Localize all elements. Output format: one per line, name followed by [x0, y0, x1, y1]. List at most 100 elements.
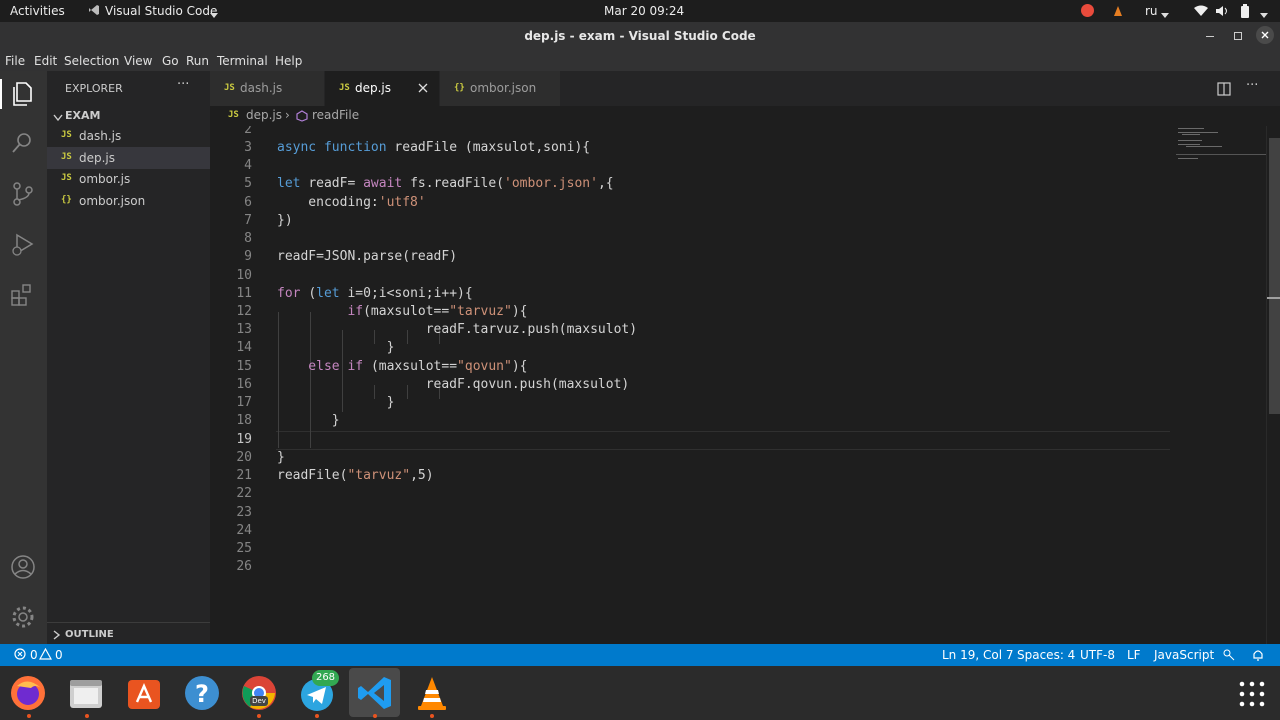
- activities-button[interactable]: Activities: [10, 4, 65, 18]
- clock[interactable]: Mar 20 09:24: [604, 4, 684, 18]
- line-number: 17: [236, 395, 252, 410]
- editor-tab-bar: JS dash.js JS dep.js {} ombor.json ···: [210, 71, 1280, 106]
- menu-go[interactable]: Go: [162, 54, 179, 68]
- tab-dash-js[interactable]: JS dash.js: [210, 71, 325, 106]
- menu-edit[interactable]: Edit: [34, 54, 57, 68]
- window-title-bar: dep.js - exam - Visual Studio Code: [0, 22, 1280, 50]
- running-indicator: [315, 714, 319, 718]
- tab-ombor-json[interactable]: {} ombor.json: [440, 71, 560, 106]
- menu-help[interactable]: Help: [275, 54, 302, 68]
- maximize-icon[interactable]: [1234, 32, 1242, 40]
- line-number: 6: [244, 195, 252, 210]
- breadcrumb-symbol[interactable]: readFile: [312, 108, 359, 122]
- code-line: }: [277, 413, 340, 428]
- error-icon[interactable]: [14, 648, 26, 663]
- input-language[interactable]: ru: [1145, 4, 1158, 18]
- cursor-position[interactable]: Ln 19, Col 7: [942, 648, 1014, 662]
- file-ombor-js[interactable]: JS ombor.js: [47, 168, 210, 190]
- folder-exam[interactable]: EXAM: [47, 107, 210, 125]
- line-number: 18: [236, 413, 252, 428]
- explorer-sidebar: EXPLORER ··· EXAM JS dash.js JS dep.js J…: [47, 71, 210, 644]
- warning-icon[interactable]: [38, 647, 53, 663]
- feedback-icon[interactable]: [1222, 648, 1236, 665]
- end-of-line[interactable]: LF: [1127, 648, 1141, 662]
- line-number: 21: [236, 468, 252, 483]
- close-window-button[interactable]: [1256, 26, 1274, 44]
- scrollbar-cursor-marker: [1267, 297, 1280, 299]
- firefox-icon[interactable]: [9, 674, 47, 712]
- chrome-dev-icon[interactable]: [240, 674, 278, 712]
- editor-scrollbar[interactable]: [1266, 126, 1280, 644]
- help-icon[interactable]: ?: [183, 674, 221, 712]
- system-top-bar: Activities Visual Studio Code Mar 20 09:…: [0, 0, 1280, 22]
- wifi-icon[interactable]: [1194, 5, 1208, 20]
- line-number: 12: [236, 304, 252, 319]
- close-tab-icon[interactable]: [417, 82, 429, 97]
- line-number: 23: [236, 505, 252, 520]
- app-menu[interactable]: Visual Studio Code: [105, 4, 217, 18]
- code-line: encoding:'utf8': [277, 195, 426, 210]
- warning-count[interactable]: 0: [55, 648, 63, 662]
- current-line-highlight: [276, 431, 1170, 450]
- file-dep-js[interactable]: JS dep.js: [47, 147, 210, 169]
- outline-section[interactable]: OUTLINE: [47, 622, 210, 645]
- language-mode[interactable]: JavaScript: [1154, 648, 1214, 662]
- vlc-icon[interactable]: [413, 674, 451, 712]
- error-count[interactable]: 0: [30, 648, 38, 662]
- menu-run[interactable]: Run: [186, 54, 209, 68]
- more-actions-icon[interactable]: ···: [177, 77, 189, 92]
- code-editor[interactable]: 2 3 4 5 6 7 8 9 10 11 12 13 14 15 16 17 …: [210, 126, 1266, 644]
- menu-view[interactable]: View: [124, 54, 152, 68]
- chrome-tray-icon[interactable]: [1081, 4, 1094, 17]
- source-control-icon[interactable]: [8, 179, 38, 209]
- files-icon[interactable]: [67, 674, 105, 712]
- settings-gear-icon[interactable]: [8, 602, 38, 632]
- split-editor-icon[interactable]: [1217, 81, 1231, 100]
- notifications-bell-icon[interactable]: [1252, 648, 1264, 665]
- indentation[interactable]: Spaces: 4: [1017, 648, 1075, 662]
- menu-file[interactable]: File: [5, 54, 25, 68]
- line-number: 26: [236, 559, 252, 574]
- notification-tray-icon[interactable]: [1112, 4, 1124, 21]
- file-dash-js[interactable]: JS dash.js: [47, 125, 210, 147]
- js-file-icon: JS: [61, 173, 72, 183]
- menu-terminal[interactable]: Terminal: [217, 54, 268, 68]
- minimap[interactable]: [1176, 126, 1266, 166]
- show-applications-icon[interactable]: [1239, 681, 1265, 711]
- system-menu-caret-icon[interactable]: [1260, 8, 1268, 22]
- js-file-icon: JS: [224, 83, 235, 93]
- run-debug-icon[interactable]: [8, 229, 38, 259]
- vscode-icon[interactable]: [356, 674, 394, 712]
- code-line: for (let i=0;i<soni;i++){: [277, 286, 473, 301]
- code-line: if(maxsulot=="tarvuz"){: [277, 304, 528, 319]
- vscode-app-icon: [88, 4, 100, 19]
- activity-bar: [0, 71, 47, 644]
- line-number: 5: [244, 176, 252, 191]
- breadcrumb: JS dep.js › readFile: [210, 106, 1280, 126]
- line-number: 14: [236, 340, 252, 355]
- extensions-icon[interactable]: [8, 279, 38, 309]
- editor-more-actions-icon[interactable]: ···: [1246, 78, 1258, 93]
- ubuntu-software-icon[interactable]: [125, 674, 163, 712]
- code-line: readF=JSON.parse(readF): [277, 249, 458, 264]
- volume-icon[interactable]: [1216, 5, 1230, 20]
- active-indicator: [0, 79, 2, 109]
- symbol-method-icon: [296, 110, 308, 125]
- scrollbar-thumb[interactable]: [1269, 138, 1280, 414]
- accounts-icon[interactable]: [8, 553, 38, 583]
- json-file-icon: {}: [454, 83, 465, 93]
- line-number: 16: [236, 377, 252, 392]
- file-ombor-json[interactable]: {} ombor.json: [47, 190, 210, 212]
- running-indicator: [373, 714, 377, 718]
- explorer-icon[interactable]: [8, 79, 38, 109]
- menu-selection[interactable]: Selection: [64, 54, 119, 68]
- breadcrumb-file[interactable]: dep.js: [246, 108, 282, 122]
- minimize-icon[interactable]: [1206, 36, 1214, 37]
- app-menu-caret-icon: [210, 8, 218, 22]
- file-name: ombor.json: [79, 194, 146, 208]
- battery-icon[interactable]: [1241, 4, 1249, 21]
- encoding[interactable]: UTF-8: [1080, 648, 1115, 662]
- tab-dep-js[interactable]: JS dep.js: [325, 71, 439, 106]
- folder-name: EXAM: [65, 109, 101, 122]
- search-icon[interactable]: [8, 129, 38, 159]
